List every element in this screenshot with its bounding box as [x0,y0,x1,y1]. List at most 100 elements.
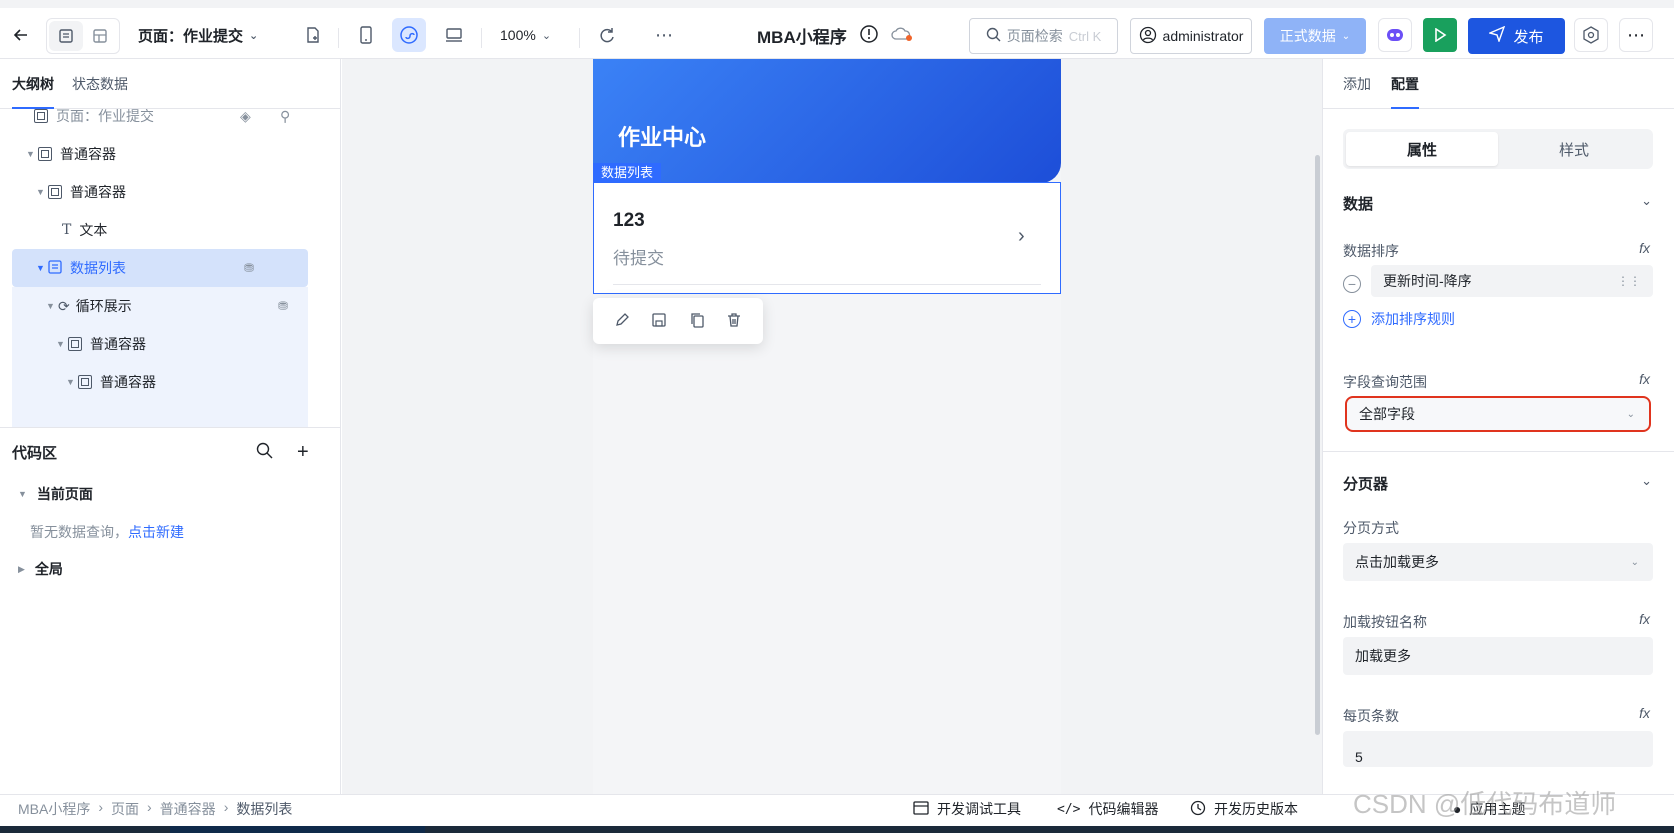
dev-history-link[interactable]: 开发历史版本 [1190,799,1298,819]
drag-handle-icon[interactable]: ⋮⋮ [1617,274,1641,288]
selected-component-tag: 数据列表 [593,163,662,182]
formula-fx-icon[interactable]: fx [1639,371,1650,387]
formula-fx-icon[interactable]: fx [1639,611,1650,627]
user-menu[interactable]: administrator [1130,18,1252,54]
search-icon[interactable]: ⚲ [280,109,290,125]
tab-add[interactable]: 添加 [1343,59,1371,109]
code-editor-label: 代码编辑器 [1088,801,1159,817]
mobile-device-icon[interactable] [349,18,383,52]
page-selector[interactable]: 页面：作业提交 ⌄ [138,18,258,52]
canvas-scrollbar[interactable] [1315,155,1320,735]
caret-down-icon[interactable]: ▼ [56,339,68,349]
card-status: 待提交 [613,249,664,268]
create-query-link[interactable]: 点击新建 [128,524,184,540]
caret-down-icon[interactable]: ▼ [66,377,78,387]
zoom-value: 100% [500,27,536,43]
app-root: 页面：作业提交 ⌄ 100% ⌄ ⋯ MBA小程序 页面检索 Ctrl K ad… [0,0,1674,833]
search-icon[interactable] [256,442,273,463]
chevron-down-icon[interactable]: ⌄ [1641,193,1652,209]
save-icon[interactable] [651,312,667,331]
code-editor-link[interactable]: </> 代码编辑器 [1057,799,1158,819]
chevron-right-icon: › [1018,225,1025,247]
container-icon [68,337,82,351]
tree-node-label: 普通容器 [60,146,116,162]
search-icon [986,27,1001,45]
field-scope-select[interactable]: 全部字段 ⌄ [1345,396,1651,432]
container-icon [78,375,92,389]
search-shortcut: Ctrl K [1068,28,1102,44]
breadcrumb-item[interactable]: 普通容器 [160,799,216,819]
tree-node-loop[interactable]: ▼ ⟳ 循环展示 ⛃ [46,287,308,325]
dev-debug-tool[interactable]: 开发调试工具 [913,799,1021,819]
segment-properties[interactable]: 属性 [1346,132,1498,166]
publish-button[interactable]: 发布 [1468,18,1565,54]
info-circle-icon[interactable] [859,24,879,47]
chevron-down-icon[interactable]: ⌄ [1641,473,1652,489]
sort-rule-value: 更新时间-降序 [1383,273,1472,289]
data-list-component[interactable] [593,182,1061,294]
preview-play-icon[interactable] [1423,18,1457,52]
miniprogram-device-icon[interactable] [392,18,426,52]
breadcrumb-item-current[interactable]: 数据列表 [236,799,292,819]
env-selector[interactable]: 正式数据 ⌄ [1264,18,1366,54]
layers-icon[interactable]: ◈ [240,109,251,125]
current-page-group[interactable]: ▼ 当前页面 [18,484,93,504]
page-search-box[interactable]: 页面检索 Ctrl K [969,18,1118,54]
breadcrumb-item[interactable]: MBA小程序 [18,799,90,819]
chevron-down-icon: ⌄ [249,29,259,42]
current-page-label: 当前页面 [36,486,93,502]
breadcrumb-item[interactable]: 页面 [111,799,139,819]
chevron-down-icon: ⌄ [1630,556,1639,568]
settings-hex-icon[interactable] [1574,18,1608,52]
page-selector-label: 页面：作业提交 [138,27,244,45]
search-placeholder: 页面检索 [1006,28,1063,44]
tree-node-container[interactable]: ▼ 普通容器 [26,135,116,173]
right-tabs: 添加 配置 [1323,59,1674,109]
back-arrow-icon[interactable] [4,18,38,52]
remove-sort-icon[interactable]: − [1343,275,1361,293]
tab-state-data[interactable]: 状态数据 [72,59,128,109]
desktop-device-icon[interactable] [437,18,471,52]
delete-icon[interactable] [726,312,742,331]
debug-label: 开发调试工具 [937,801,1021,817]
caret-down-icon[interactable]: ▼ [26,149,38,159]
tree-node-container[interactable]: ▼ 普通容器 [36,173,126,211]
load-button-input[interactable]: 加载更多 [1343,637,1653,675]
add-sort-rule[interactable]: + 添加排序规则 [1343,309,1455,329]
sort-rule-item[interactable]: 更新时间-降序 ⋮⋮ [1371,265,1653,297]
global-group[interactable]: ▶ 全局 [18,559,63,579]
page-node-icon [34,109,48,123]
tree-node-container[interactable]: ▼ 普通容器 [66,363,156,401]
tree-node-label: 普通容器 [70,184,126,200]
formula-fx-icon[interactable]: fx [1639,240,1650,256]
more-horizontal-icon[interactable]: ⋯ [647,18,681,52]
tree-node-data-list-selected[interactable]: ▼ 数据列表 ⛃ [12,249,308,287]
add-sort-label: 添加排序规则 [1371,311,1455,327]
segment-styles[interactable]: 样式 [1498,132,1650,166]
edit-icon[interactable] [614,312,630,331]
config-segment: 属性 样式 [1343,129,1653,169]
layout-view-icon[interactable] [83,21,117,51]
section-data-title: 数据 [1343,196,1374,213]
formula-fx-icon[interactable]: fx [1639,705,1650,721]
tab-outline-tree[interactable]: 大纲树 [12,59,54,109]
database-icon: ⛃ [277,299,288,313]
refresh-icon[interactable] [590,18,624,52]
tab-config[interactable]: 配置 [1391,59,1419,109]
caret-down-icon[interactable]: ▼ [36,263,48,273]
copy-icon[interactable] [689,312,705,331]
zoom-selector[interactable]: 100% ⌄ [500,18,551,52]
more-menu-icon[interactable]: ⋯ [1619,18,1653,52]
pager-mode-select[interactable]: 点击加载更多 ⌄ [1343,543,1653,581]
new-page-icon[interactable] [296,18,330,52]
tree-node-text[interactable]: T 文本 [62,211,107,249]
per-page-input[interactable]: 5 [1343,731,1653,767]
caret-down-icon[interactable]: ▼ [36,187,48,197]
tree-node-page[interactable]: 页面：作业提交 ◈ ⚲ [34,109,304,135]
page-view-icon[interactable] [49,21,83,51]
add-icon[interactable]: + [297,441,309,464]
tree-node-container[interactable]: ▼ 普通容器 [56,325,146,363]
ai-assistant-icon[interactable] [1378,18,1412,52]
caret-down-icon[interactable]: ▼ [46,301,58,311]
watermark-text: CSDN @低代码布道师 [1353,789,1617,819]
